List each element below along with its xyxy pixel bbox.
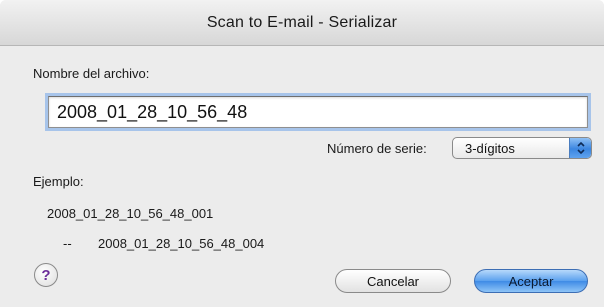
example-label: Ejemplo: bbox=[33, 174, 84, 189]
filename-input[interactable] bbox=[48, 96, 588, 128]
question-mark-icon: ? bbox=[41, 266, 51, 284]
cancel-button-label: Cancelar bbox=[366, 273, 420, 289]
example-first-name: 2008_01_28_10_56_48_001 bbox=[47, 206, 214, 221]
up-down-chevron-icon bbox=[569, 138, 591, 158]
filename-label: Nombre del archivo: bbox=[33, 66, 150, 81]
example-last-name: 2008_01_28_10_56_48_004 bbox=[98, 236, 265, 251]
title-bar[interactable]: Scan to E-mail - Serializar bbox=[0, 0, 604, 46]
accept-button[interactable]: Aceptar bbox=[474, 269, 588, 293]
example-separator: -- bbox=[63, 236, 72, 251]
serial-number-select[interactable]: 3-dígitos bbox=[452, 137, 592, 159]
serial-number-value: 3-dígitos bbox=[465, 140, 515, 156]
dialog-window: Scan to E-mail - Serializar Nombre del a… bbox=[0, 0, 604, 307]
accept-button-label: Aceptar bbox=[508, 273, 554, 289]
serial-number-label: Número de serie: bbox=[327, 141, 427, 156]
help-button[interactable]: ? bbox=[34, 263, 58, 287]
cancel-button[interactable]: Cancelar bbox=[335, 269, 451, 293]
window-title: Scan to E-mail - Serializar bbox=[206, 13, 398, 31]
